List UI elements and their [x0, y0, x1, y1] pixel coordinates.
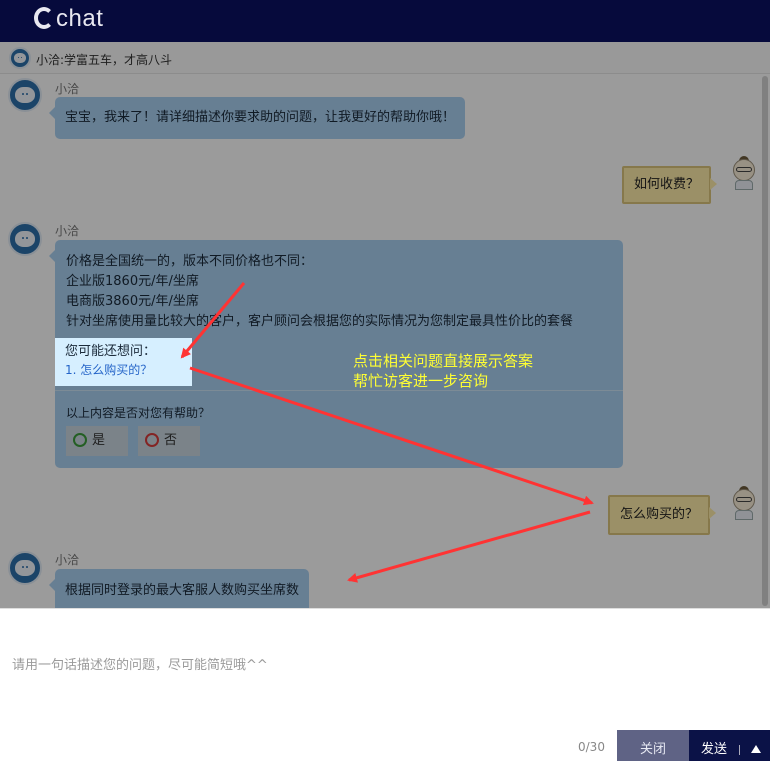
user-message: 如何收费？: [622, 166, 718, 204]
robot-message: 宝宝，我来了！请详细描述你要求助的问题，让我更好的帮助你哦！: [48, 97, 466, 139]
top-bar: chat: [0, 0, 770, 42]
pricing-line: 价格是全国统一的，版本不同价格也不同：: [66, 254, 314, 269]
send-button-label: 发送: [701, 742, 728, 757]
logo-icon: [34, 7, 54, 29]
pricing-line: 企业版1860元/年/坐席: [66, 274, 199, 289]
send-options-arrow-icon[interactable]: [751, 745, 761, 753]
feedback-no-button[interactable]: 否: [138, 426, 200, 456]
robot-avatar-icon: [8, 222, 42, 256]
message-input[interactable]: [12, 653, 752, 677]
feedback-yes-button[interactable]: 是: [66, 426, 128, 456]
chat-scrollbar[interactable]: [762, 76, 768, 606]
user-avatar-icon: [729, 156, 759, 190]
robot-message-pricing: 价格是全国统一的，版本不同价格也不同： 企业版1860元/年/坐席 电商版386…: [49, 240, 623, 468]
user-avatar-icon: [729, 486, 759, 520]
sender-name: 小洽: [55, 224, 80, 238]
feedback-question: 以上内容是否对您有帮助？: [66, 406, 211, 420]
message-input-area: 0/30 关闭 发送: [0, 608, 770, 761]
related-questions: 您可能还想问： 1. 怎么购买的？: [55, 338, 192, 386]
divider: [739, 745, 740, 755]
related-questions-title: 您可能还想问：: [65, 344, 157, 359]
related-question-link[interactable]: 1. 怎么购买的？: [65, 361, 182, 379]
sender-name: 小洽: [55, 553, 80, 567]
pricing-line: 电商版3860元/年/坐席: [66, 294, 199, 309]
divider: [55, 390, 623, 391]
thumbs-down-icon: [145, 433, 159, 447]
robot-notice-text: 小洽:学富五车，才高八斗: [36, 53, 173, 67]
robot-avatar-icon: [8, 78, 42, 112]
logo-text: chat: [56, 5, 104, 32]
robot-notice-bar: 小洽:学富五车，才高八斗: [0, 42, 770, 74]
user-message: 怎么购买的？: [608, 495, 717, 535]
robot-avatar-icon: [8, 551, 42, 585]
close-button[interactable]: 关闭: [617, 730, 689, 761]
annotation-text: 点击相关问题直接展示答案 帮忙访客进一步咨询: [353, 352, 534, 390]
app-logo: chat: [34, 5, 103, 33]
send-button[interactable]: 发送: [689, 730, 770, 761]
sender-name: 小洽: [55, 82, 80, 96]
robot-avatar-icon: [9, 47, 31, 69]
robot-message: 根据同时登录的最大客服人数购买坐席数: [48, 569, 310, 608]
pricing-line: 针对坐席使用量比较大的客户，客户顾问会根据您的实际情况为您制定最具性价比的套餐: [66, 314, 574, 329]
char-counter: 0/30: [578, 740, 605, 754]
thumbs-up-icon: [73, 433, 87, 447]
